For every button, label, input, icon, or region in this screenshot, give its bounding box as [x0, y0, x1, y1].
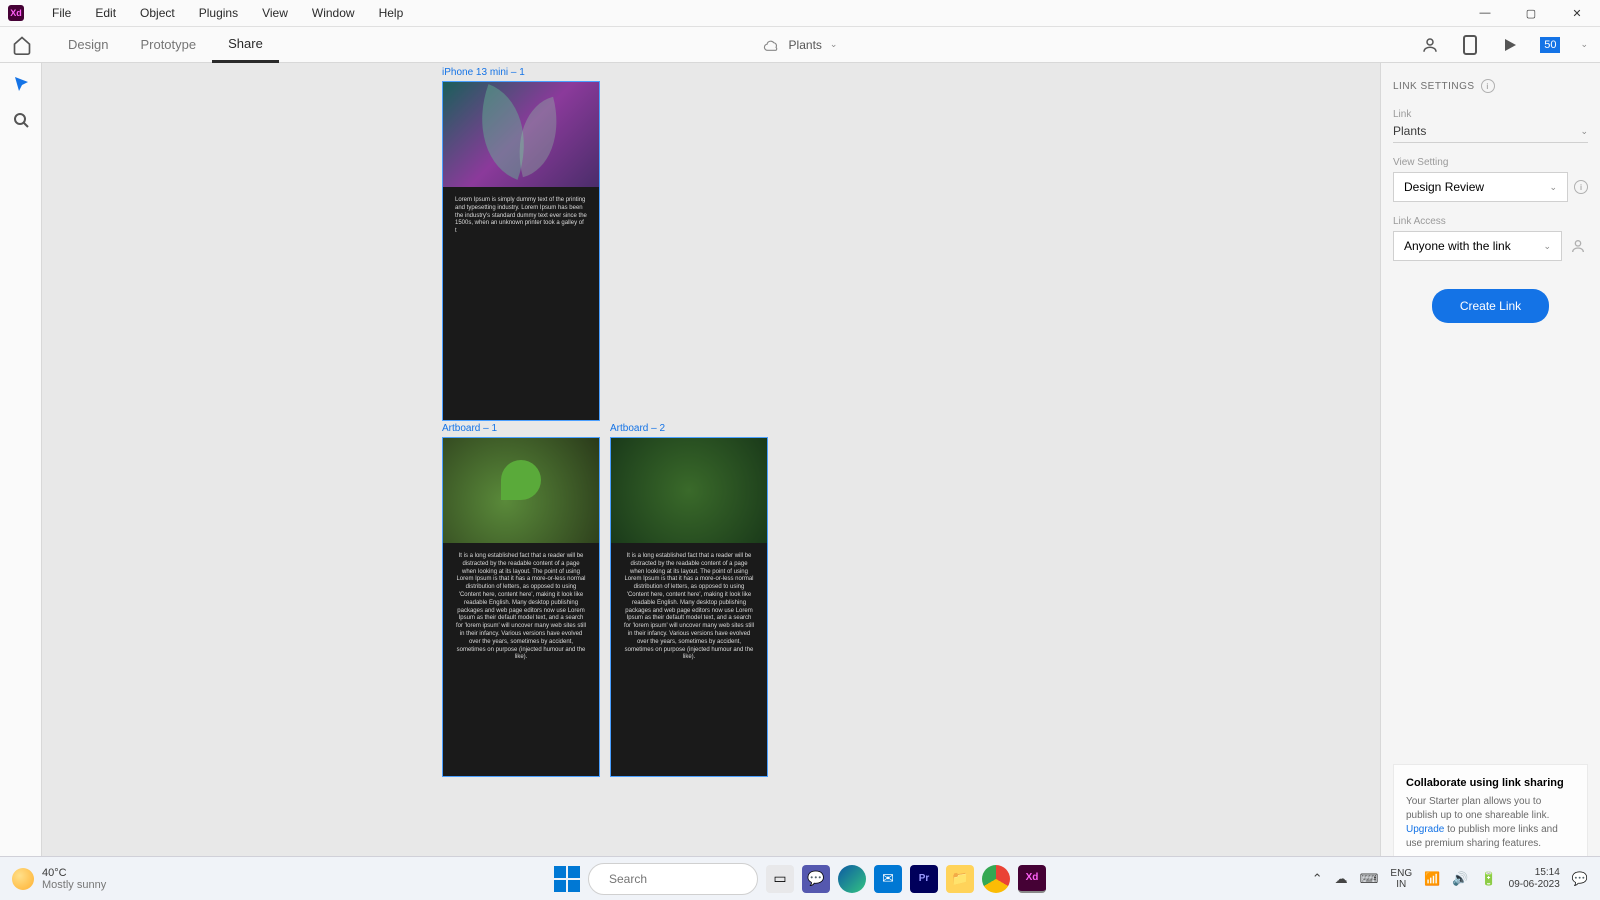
menu-file[interactable]: File	[40, 6, 83, 20]
cloud-icon	[763, 38, 781, 52]
artboard-iphone13mini[interactable]: Lorem Ipsum is simply dummy text of the …	[442, 81, 600, 421]
artboard-label[interactable]: Artboard – 1	[442, 423, 497, 434]
link-access-label: Link Access	[1393, 216, 1588, 227]
premiere-icon[interactable]: Pr	[910, 865, 938, 893]
mobile-icon[interactable]	[1460, 35, 1480, 55]
collaborate-card: Collaborate using link sharing Your Star…	[1393, 764, 1588, 864]
wifi-icon[interactable]: 📶	[1424, 871, 1440, 887]
select-tool[interactable]	[12, 75, 30, 93]
keyboard-icon[interactable]: ⌨	[1360, 871, 1379, 887]
zoom-chevron-icon[interactable]: ⌄	[1580, 39, 1588, 50]
taskview-icon[interactable]: ▭	[766, 865, 794, 893]
upgrade-link[interactable]: Upgrade	[1406, 824, 1444, 835]
search-input[interactable]	[609, 872, 764, 886]
toolbar: Design Prototype Share Plants ⌄ 50 ⌄	[0, 27, 1600, 63]
toolbar-right: 50 ⌄	[1420, 35, 1588, 55]
zoom-input[interactable]: 50	[1540, 37, 1560, 53]
menu-view[interactable]: View	[250, 6, 300, 20]
taskbar: 40°C Mostly sunny ▭ 💬 ✉ Pr 📁 Xd ⌃ ☁ ⌨ EN…	[0, 856, 1600, 900]
app-icon: Xd	[8, 5, 24, 21]
view-setting-label: View Setting	[1393, 157, 1588, 168]
menu-window[interactable]: Window	[300, 6, 367, 20]
artboard-image	[443, 82, 599, 187]
explorer-icon[interactable]: 📁	[946, 865, 974, 893]
teams-icon[interactable]: 💬	[802, 865, 830, 893]
menu-plugins[interactable]: Plugins	[187, 6, 250, 20]
canvas[interactable]: iPhone 13 mini – 1 Lorem Ipsum is simply…	[42, 63, 1340, 900]
menubar: Xd File Edit Object Plugins View Window …	[0, 0, 1600, 27]
weather-temp: 40°C	[42, 867, 106, 879]
artboard-2[interactable]: It is a long established fact that a rea…	[610, 437, 768, 777]
artboard-image	[443, 438, 599, 543]
menu-edit[interactable]: Edit	[83, 6, 128, 20]
taskbar-center: ▭ 💬 ✉ Pr 📁 Xd	[554, 863, 1046, 895]
share-panel: LINK SETTINGS i Link Plants⌄ View Settin…	[1380, 63, 1600, 900]
sun-icon	[12, 868, 34, 890]
artboard-text: It is a long established fact that a rea…	[443, 543, 599, 672]
user-icon[interactable]	[1420, 35, 1440, 55]
battery-icon[interactable]: 🔋	[1480, 871, 1496, 887]
artboard-label[interactable]: iPhone 13 mini – 1	[442, 67, 525, 78]
xd-icon[interactable]: Xd	[1018, 865, 1046, 893]
view-setting-dropdown[interactable]: Design Review⌄	[1393, 172, 1568, 202]
link-dropdown[interactable]: Plants⌄	[1393, 124, 1588, 143]
notifications-icon[interactable]: 💬	[1572, 871, 1588, 887]
close-button[interactable]: ✕	[1554, 0, 1600, 27]
menu-object[interactable]: Object	[128, 6, 187, 20]
edge-icon[interactable]	[838, 865, 866, 893]
artboard-text: It is a long established fact that a rea…	[611, 543, 767, 672]
tab-prototype[interactable]: Prototype	[124, 27, 212, 63]
onedrive-icon[interactable]: ☁	[1335, 871, 1348, 887]
artboard-image	[611, 438, 767, 543]
weather-desc: Mostly sunny	[42, 879, 106, 891]
create-link-button[interactable]: Create Link	[1432, 289, 1549, 323]
collaborate-title: Collaborate using link sharing	[1406, 777, 1575, 789]
document-title[interactable]: Plants ⌄	[763, 38, 838, 52]
collaborate-body: Your Starter plan allows you to publish …	[1406, 795, 1575, 851]
info-icon[interactable]: i	[1481, 79, 1495, 93]
search-box[interactable]	[588, 863, 758, 895]
chevron-down-icon: ⌄	[1580, 126, 1588, 137]
link-access-dropdown[interactable]: Anyone with the link⌄	[1393, 231, 1562, 261]
artboard-1[interactable]: It is a long established fact that a rea…	[442, 437, 600, 777]
maximize-button[interactable]: ▢	[1508, 0, 1554, 27]
document-title-text: Plants	[789, 38, 822, 52]
artboard-text: Lorem Ipsum is simply dummy text of the …	[443, 187, 599, 246]
zoom-tool[interactable]	[12, 111, 30, 129]
minimize-button[interactable]: —	[1462, 0, 1508, 27]
clock[interactable]: 15:14 09-06-2023	[1509, 867, 1560, 891]
start-button[interactable]	[554, 866, 580, 892]
user-access-icon[interactable]	[1568, 236, 1588, 256]
window-controls: — ▢ ✕	[1462, 0, 1600, 27]
language-indicator[interactable]: ENG IN	[1390, 868, 1412, 890]
left-tool-rail	[0, 63, 42, 900]
tab-share[interactable]: Share	[212, 27, 279, 63]
chrome-icon[interactable]	[982, 865, 1010, 893]
weather-widget[interactable]: 40°C Mostly sunny	[12, 867, 106, 891]
menu-help[interactable]: Help	[367, 6, 416, 20]
play-icon[interactable]	[1500, 35, 1520, 55]
system-tray: ⌃ ☁ ⌨ ENG IN 📶 🔊 🔋 15:14 09-06-2023 💬	[1312, 867, 1588, 891]
mail-icon[interactable]: ✉	[874, 865, 902, 893]
tray-chevron-icon[interactable]: ⌃	[1312, 871, 1323, 887]
artboard-label[interactable]: Artboard – 2	[610, 423, 665, 434]
volume-icon[interactable]: 🔊	[1452, 871, 1468, 887]
home-icon[interactable]	[12, 35, 32, 55]
chevron-down-icon: ⌄	[1549, 182, 1557, 193]
chevron-down-icon: ⌄	[1543, 241, 1551, 252]
panel-title: LINK SETTINGS i	[1393, 79, 1588, 93]
tab-design[interactable]: Design	[52, 27, 124, 63]
chevron-down-icon: ⌄	[830, 39, 838, 50]
info-icon[interactable]: i	[1574, 180, 1588, 194]
link-label: Link	[1393, 109, 1588, 120]
